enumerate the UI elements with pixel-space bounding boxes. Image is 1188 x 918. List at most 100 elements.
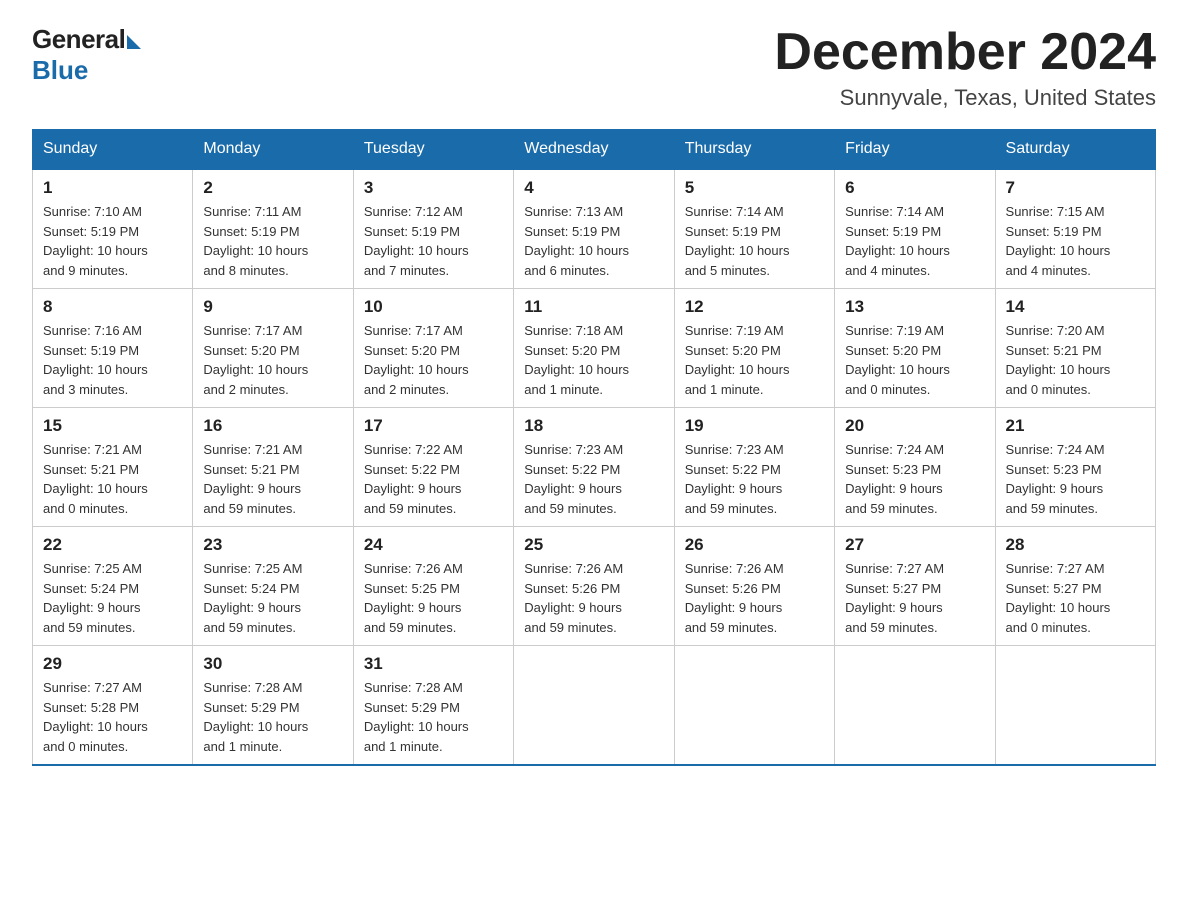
logo-blue-text: Blue xyxy=(32,55,88,86)
calendar-cell: 15 Sunrise: 7:21 AM Sunset: 5:21 PM Dayli… xyxy=(33,408,193,527)
day-number: 10 xyxy=(364,297,503,317)
calendar-cell: 28Sunrise: 7:27 AM Sunset: 5:27 PM Dayli… xyxy=(995,527,1155,646)
day-info: Sunrise: 7:23 AM Sunset: 5:22 PM Dayligh… xyxy=(685,440,824,518)
day-info: Sunrise: 7:25 AM Sunset: 5:24 PM Dayligh… xyxy=(43,559,182,637)
day-number: 5 xyxy=(685,178,824,198)
calendar-cell: 8 Sunrise: 7:16 AM Sunset: 5:19 PM Daylig… xyxy=(33,289,193,408)
header-monday: Monday xyxy=(193,130,353,170)
page-header: General Blue December 2024 Sunnyvale, Te… xyxy=(32,24,1156,111)
day-number: 19 xyxy=(685,416,824,436)
calendar-cell: 23 Sunrise: 7:25 AM Sunset: 5:24 PM Dayli… xyxy=(193,527,353,646)
calendar-cell: 2Sunrise: 7:11 AM Sunset: 5:19 PM Daylig… xyxy=(193,169,353,289)
logo: General Blue xyxy=(32,24,141,86)
day-info: Sunrise: 7:13 AM Sunset: 5:19 PM Dayligh… xyxy=(524,202,663,280)
header-wednesday: Wednesday xyxy=(514,130,674,170)
day-info: Sunrise: 7:26 AM Sunset: 5:26 PM Dayligh… xyxy=(524,559,663,637)
day-info: Sunrise: 7:18 AM Sunset: 5:20 PM Dayligh… xyxy=(524,321,663,399)
header-saturday: Saturday xyxy=(995,130,1155,170)
header-tuesday: Tuesday xyxy=(353,130,513,170)
day-number: 15 xyxy=(43,416,182,436)
day-number: 13 xyxy=(845,297,984,317)
calendar-cell: 19 Sunrise: 7:23 AM Sunset: 5:22 PM Dayli… xyxy=(674,408,834,527)
day-info: Sunrise: 7:26 AM Sunset: 5:25 PM Dayligh… xyxy=(364,559,503,637)
header-friday: Friday xyxy=(835,130,995,170)
calendar-cell xyxy=(674,646,834,766)
calendar-cell xyxy=(835,646,995,766)
calendar-week-row: 15 Sunrise: 7:21 AM Sunset: 5:21 PM Dayli… xyxy=(33,408,1156,527)
day-number: 23 xyxy=(203,535,342,555)
logo-triangle-icon xyxy=(127,35,141,49)
day-info: Sunrise: 7:19 AM Sunset: 5:20 PM Dayligh… xyxy=(685,321,824,399)
day-number: 30 xyxy=(203,654,342,674)
calendar-cell: 26 Sunrise: 7:26 AM Sunset: 5:26 PM Dayli… xyxy=(674,527,834,646)
calendar-cell: 13Sunrise: 7:19 AM Sunset: 5:20 PM Dayli… xyxy=(835,289,995,408)
calendar-cell: 21 Sunrise: 7:24 AM Sunset: 5:23 PM Dayli… xyxy=(995,408,1155,527)
day-number: 14 xyxy=(1006,297,1145,317)
day-number: 20 xyxy=(845,416,984,436)
calendar-cell: 18 Sunrise: 7:23 AM Sunset: 5:22 PM Dayli… xyxy=(514,408,674,527)
header-sunday: Sunday xyxy=(33,130,193,170)
location: Sunnyvale, Texas, United States xyxy=(774,85,1156,111)
calendar-cell xyxy=(995,646,1155,766)
day-number: 4 xyxy=(524,178,663,198)
day-number: 11 xyxy=(524,297,663,317)
day-number: 8 xyxy=(43,297,182,317)
day-info: Sunrise: 7:17 AM Sunset: 5:20 PM Dayligh… xyxy=(364,321,503,399)
calendar-table: SundayMondayTuesdayWednesdayThursdayFrid… xyxy=(32,129,1156,766)
day-number: 26 xyxy=(685,535,824,555)
day-info: Sunrise: 7:24 AM Sunset: 5:23 PM Dayligh… xyxy=(845,440,984,518)
day-number: 1 xyxy=(43,178,182,198)
calendar-cell: 3 Sunrise: 7:12 AM Sunset: 5:19 PM Daylig… xyxy=(353,169,513,289)
day-number: 18 xyxy=(524,416,663,436)
day-info: Sunrise: 7:15 AM Sunset: 5:19 PM Dayligh… xyxy=(1006,202,1145,280)
calendar-cell: 6Sunrise: 7:14 AM Sunset: 5:19 PM Daylig… xyxy=(835,169,995,289)
day-number: 28 xyxy=(1006,535,1145,555)
day-number: 12 xyxy=(685,297,824,317)
day-number: 16 xyxy=(203,416,342,436)
calendar-week-row: 1Sunrise: 7:10 AM Sunset: 5:19 PM Daylig… xyxy=(33,169,1156,289)
calendar-cell: 12 Sunrise: 7:19 AM Sunset: 5:20 PM Dayli… xyxy=(674,289,834,408)
calendar-cell: 17 Sunrise: 7:22 AM Sunset: 5:22 PM Dayli… xyxy=(353,408,513,527)
day-number: 21 xyxy=(1006,416,1145,436)
day-number: 7 xyxy=(1006,178,1145,198)
day-info: Sunrise: 7:26 AM Sunset: 5:26 PM Dayligh… xyxy=(685,559,824,637)
calendar-header-row: SundayMondayTuesdayWednesdayThursdayFrid… xyxy=(33,130,1156,170)
calendar-cell: 31Sunrise: 7:28 AM Sunset: 5:29 PM Dayli… xyxy=(353,646,513,766)
day-info: Sunrise: 7:21 AM Sunset: 5:21 PM Dayligh… xyxy=(203,440,342,518)
calendar-cell: 7 Sunrise: 7:15 AM Sunset: 5:19 PM Daylig… xyxy=(995,169,1155,289)
day-number: 29 xyxy=(43,654,182,674)
calendar-cell: 4 Sunrise: 7:13 AM Sunset: 5:19 PM Daylig… xyxy=(514,169,674,289)
day-info: Sunrise: 7:20 AM Sunset: 5:21 PM Dayligh… xyxy=(1006,321,1145,399)
day-info: Sunrise: 7:24 AM Sunset: 5:23 PM Dayligh… xyxy=(1006,440,1145,518)
calendar-cell: 25 Sunrise: 7:26 AM Sunset: 5:26 PM Dayli… xyxy=(514,527,674,646)
day-number: 25 xyxy=(524,535,663,555)
calendar-cell: 9Sunrise: 7:17 AM Sunset: 5:20 PM Daylig… xyxy=(193,289,353,408)
calendar-cell: 11 Sunrise: 7:18 AM Sunset: 5:20 PM Dayli… xyxy=(514,289,674,408)
day-info: Sunrise: 7:23 AM Sunset: 5:22 PM Dayligh… xyxy=(524,440,663,518)
calendar-cell: 24Sunrise: 7:26 AM Sunset: 5:25 PM Dayli… xyxy=(353,527,513,646)
calendar-cell: 14 Sunrise: 7:20 AM Sunset: 5:21 PM Dayli… xyxy=(995,289,1155,408)
header-thursday: Thursday xyxy=(674,130,834,170)
day-info: Sunrise: 7:21 AM Sunset: 5:21 PM Dayligh… xyxy=(43,440,182,518)
month-title: December 2024 xyxy=(774,24,1156,81)
day-info: Sunrise: 7:22 AM Sunset: 5:22 PM Dayligh… xyxy=(364,440,503,518)
calendar-cell: 10 Sunrise: 7:17 AM Sunset: 5:20 PM Dayli… xyxy=(353,289,513,408)
day-info: Sunrise: 7:27 AM Sunset: 5:28 PM Dayligh… xyxy=(43,678,182,756)
calendar-cell: 1Sunrise: 7:10 AM Sunset: 5:19 PM Daylig… xyxy=(33,169,193,289)
calendar-cell: 5Sunrise: 7:14 AM Sunset: 5:19 PM Daylig… xyxy=(674,169,834,289)
day-info: Sunrise: 7:28 AM Sunset: 5:29 PM Dayligh… xyxy=(203,678,342,756)
day-info: Sunrise: 7:17 AM Sunset: 5:20 PM Dayligh… xyxy=(203,321,342,399)
day-info: Sunrise: 7:25 AM Sunset: 5:24 PM Dayligh… xyxy=(203,559,342,637)
day-info: Sunrise: 7:16 AM Sunset: 5:19 PM Dayligh… xyxy=(43,321,182,399)
calendar-cell xyxy=(514,646,674,766)
day-number: 3 xyxy=(364,178,503,198)
day-info: Sunrise: 7:12 AM Sunset: 5:19 PM Dayligh… xyxy=(364,202,503,280)
day-info: Sunrise: 7:27 AM Sunset: 5:27 PM Dayligh… xyxy=(845,559,984,637)
calendar-week-row: 8 Sunrise: 7:16 AM Sunset: 5:19 PM Daylig… xyxy=(33,289,1156,408)
calendar-cell: 22Sunrise: 7:25 AM Sunset: 5:24 PM Dayli… xyxy=(33,527,193,646)
day-info: Sunrise: 7:28 AM Sunset: 5:29 PM Dayligh… xyxy=(364,678,503,756)
day-number: 27 xyxy=(845,535,984,555)
day-info: Sunrise: 7:11 AM Sunset: 5:19 PM Dayligh… xyxy=(203,202,342,280)
calendar-week-row: 22Sunrise: 7:25 AM Sunset: 5:24 PM Dayli… xyxy=(33,527,1156,646)
day-number: 17 xyxy=(364,416,503,436)
